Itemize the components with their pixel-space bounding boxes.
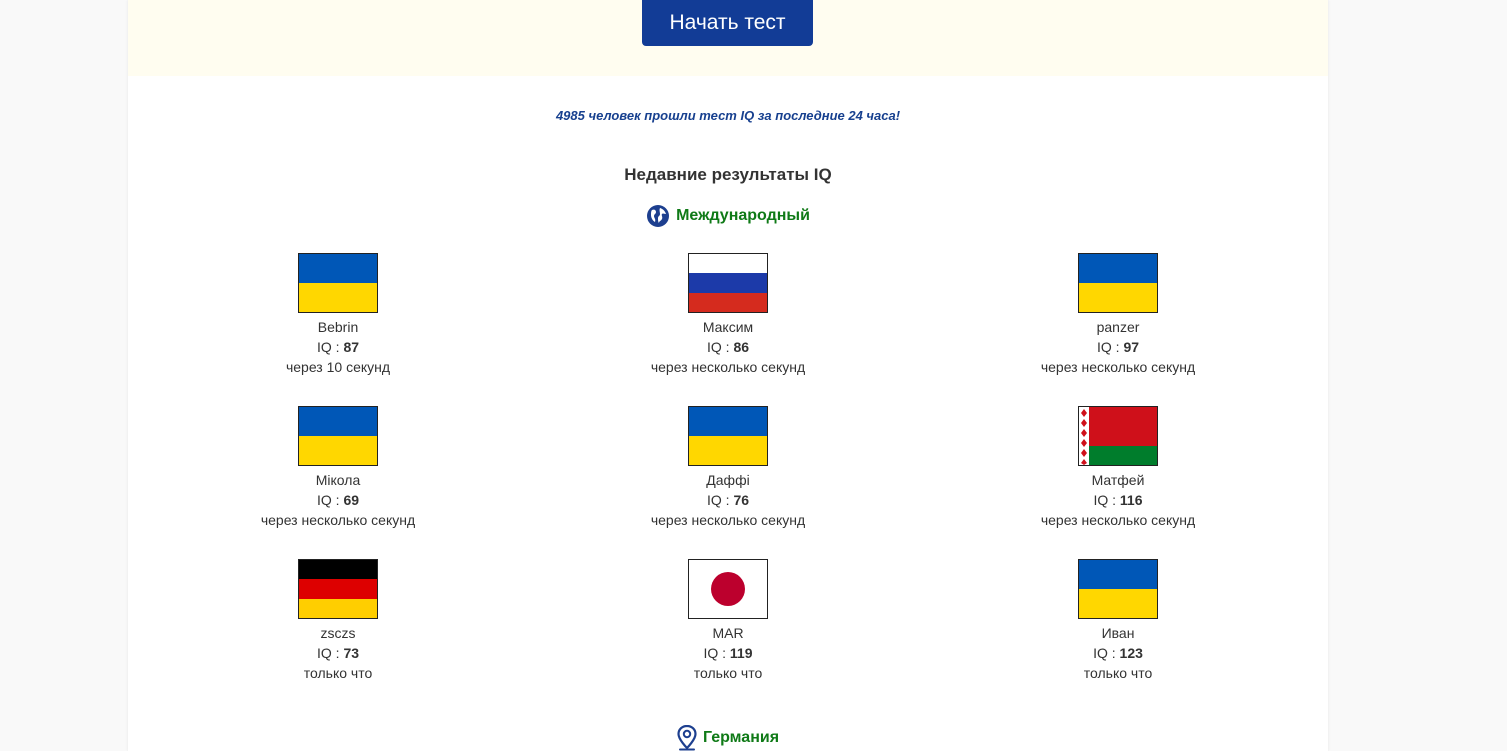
globe-icon bbox=[647, 205, 670, 227]
region-international-label: Международный bbox=[676, 207, 810, 224]
result-card[interactable]: Мiкола IQ : 69 через несколько секунд bbox=[208, 406, 468, 530]
result-time: через несколько секунд bbox=[1040, 359, 1196, 375]
result-iq: IQ : 87 bbox=[316, 339, 360, 355]
result-iq: IQ : 86 bbox=[706, 339, 750, 355]
flag-ukraine bbox=[688, 406, 768, 466]
flag-belarus bbox=[1078, 406, 1158, 466]
result-time: через несколько секунд bbox=[260, 512, 416, 528]
result-iq-value: 97 bbox=[1123, 339, 1140, 355]
result-iq-value: 116 bbox=[1119, 492, 1143, 508]
result-time: через несколько секунд bbox=[650, 512, 806, 528]
result-card[interactable]: zsczs IQ : 73 только что bbox=[208, 559, 468, 683]
result-iq-value: 69 bbox=[343, 492, 360, 508]
result-name: Bebrin bbox=[317, 319, 359, 335]
recent-results-title: Недавние результаты IQ bbox=[624, 165, 832, 184]
result-iq: IQ : 116 bbox=[1093, 492, 1143, 508]
flag-japan bbox=[688, 559, 768, 619]
start-test-button[interactable]: Начать тест bbox=[642, 0, 813, 46]
result-name: Иван bbox=[1101, 625, 1135, 641]
result-iq-value: 76 bbox=[733, 492, 750, 508]
flag-ukraine bbox=[298, 406, 378, 466]
result-card[interactable]: Даффі IQ : 76 через несколько секунд bbox=[598, 406, 858, 530]
result-iq: IQ : 73 bbox=[316, 645, 360, 661]
result-card[interactable]: Bebrin IQ : 87 через 10 секунд bbox=[208, 253, 468, 377]
result-iq-value: 119 bbox=[729, 645, 753, 661]
result-time: только что bbox=[303, 665, 373, 681]
result-time: только что bbox=[693, 665, 763, 681]
result-card[interactable]: panzer IQ : 97 через несколько секунд bbox=[988, 253, 1248, 377]
result-time: через несколько секунд bbox=[1040, 512, 1196, 528]
result-time: только что bbox=[1083, 665, 1153, 681]
result-name: Матфей bbox=[1091, 472, 1145, 488]
hero-banner: Начать тест bbox=[128, 0, 1328, 76]
map-pin-icon bbox=[677, 725, 697, 751]
result-card[interactable]: MAR IQ : 119 только что bbox=[598, 559, 858, 683]
result-iq-value: 73 bbox=[343, 645, 360, 661]
region-germany-label: Германия bbox=[702, 729, 780, 746]
test-count-note: 4985 человек прошли тест IQ за последние… bbox=[555, 108, 901, 123]
result-time: через 10 секунд bbox=[285, 359, 391, 375]
result-iq-value: 87 bbox=[343, 339, 360, 355]
result-name: Максим bbox=[702, 319, 754, 335]
result-card[interactable]: Максим IQ : 86 через несколько секунд bbox=[598, 253, 858, 377]
region-international[interactable]: Международный bbox=[128, 204, 1328, 228]
result-iq-value: 123 bbox=[1119, 645, 1143, 661]
flag-ukraine bbox=[298, 253, 378, 313]
result-iq: IQ : 119 bbox=[703, 645, 753, 661]
result-name: Даффі bbox=[706, 472, 750, 488]
main-container: Начать тест 4985 человек прошли тест IQ … bbox=[128, 0, 1328, 751]
result-name: zsczs bbox=[320, 625, 356, 641]
result-iq-value: 86 bbox=[733, 339, 750, 355]
result-card[interactable]: Матфей IQ : 116 через несколько секунд bbox=[988, 406, 1248, 530]
flag-ukraine bbox=[1078, 253, 1158, 313]
result-iq: IQ : 123 bbox=[1093, 645, 1143, 661]
result-time: через несколько секунд bbox=[650, 359, 806, 375]
result-name: MAR bbox=[712, 625, 744, 641]
region-germany[interactable]: Германия bbox=[128, 725, 1328, 751]
result-iq: IQ : 97 bbox=[1096, 339, 1140, 355]
flag-russia bbox=[688, 253, 768, 313]
flag-germany bbox=[298, 559, 378, 619]
result-iq: IQ : 69 bbox=[316, 492, 360, 508]
result-card[interactable]: Иван IQ : 123 только что bbox=[988, 559, 1248, 683]
result-name: panzer bbox=[1096, 319, 1140, 335]
result-iq: IQ : 76 bbox=[706, 492, 750, 508]
flag-ukraine bbox=[1078, 559, 1158, 619]
result-name: Мiкола bbox=[315, 472, 361, 488]
